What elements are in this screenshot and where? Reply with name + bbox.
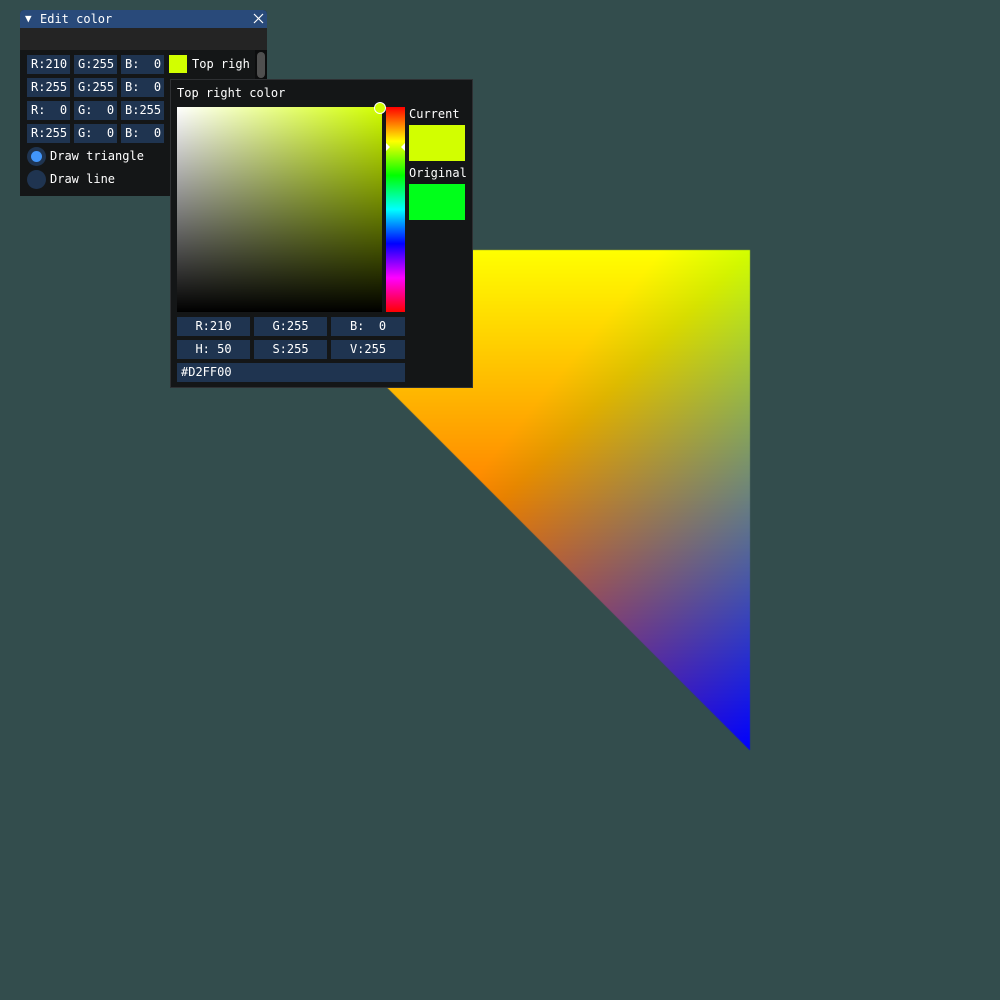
picker-g-field[interactable]: G:255 (254, 317, 327, 336)
picker-h-field[interactable]: H: 50 (177, 340, 250, 359)
picker-s-field[interactable]: S:255 (254, 340, 327, 359)
saturation-value-square[interactable] (177, 107, 382, 312)
current-label: Current (409, 107, 460, 121)
hue-arrow-left-icon (386, 143, 390, 151)
row4-r-field[interactable]: R:255 (27, 124, 70, 143)
picker-title: Top right color (177, 86, 286, 100)
row1-r-field[interactable]: R:210 (27, 55, 70, 74)
collapse-arrow-icon[interactable]: ▼ (25, 11, 32, 27)
color-picker-popup: Top right color Current Original R:210 G… (170, 79, 473, 388)
row3-g-field[interactable]: G: 0 (74, 101, 117, 120)
draw-triangle-radio[interactable] (27, 147, 46, 166)
window-title: Edit color (40, 12, 113, 26)
close-icon[interactable] (251, 11, 267, 27)
row4-g-field[interactable]: G: 0 (74, 124, 117, 143)
radio-selected-dot (31, 151, 42, 162)
draw-line-label[interactable]: Draw line (50, 170, 115, 189)
original-label: Original (409, 166, 467, 180)
draw-line-radio[interactable] (27, 170, 46, 189)
row2-r-field[interactable]: R:255 (27, 78, 70, 97)
row1-label: Top righ (192, 57, 250, 71)
hex-input[interactable]: #D2FF00 (177, 363, 405, 382)
current-color-swatch (409, 125, 465, 161)
sv-picker-handle[interactable] (374, 102, 386, 114)
row2-b-field[interactable]: B: 0 (121, 78, 164, 97)
row3-b-field[interactable]: B:255 (121, 101, 164, 120)
picker-r-field[interactable]: R:210 (177, 317, 250, 336)
hue-arrow-right-icon (401, 143, 405, 151)
top-right-color-swatch[interactable] (169, 55, 187, 73)
original-color-swatch[interactable] (409, 184, 465, 220)
draw-triangle-label[interactable]: Draw triangle (50, 147, 144, 166)
picker-v-field[interactable]: V:255 (331, 340, 405, 359)
row3-r-field[interactable]: R: 0 (27, 101, 70, 120)
menu-bar (20, 28, 267, 50)
picker-b-field[interactable]: B: 0 (331, 317, 405, 336)
scrollbar-grab[interactable] (257, 52, 265, 78)
hue-slider[interactable] (386, 107, 405, 312)
window-titlebar[interactable]: ▼ Edit color (20, 10, 267, 28)
row4-b-field[interactable]: B: 0 (121, 124, 164, 143)
row1-b-field[interactable]: B: 0 (121, 55, 164, 74)
row1-g-field[interactable]: G:255 (74, 55, 117, 74)
row2-g-field[interactable]: G:255 (74, 78, 117, 97)
